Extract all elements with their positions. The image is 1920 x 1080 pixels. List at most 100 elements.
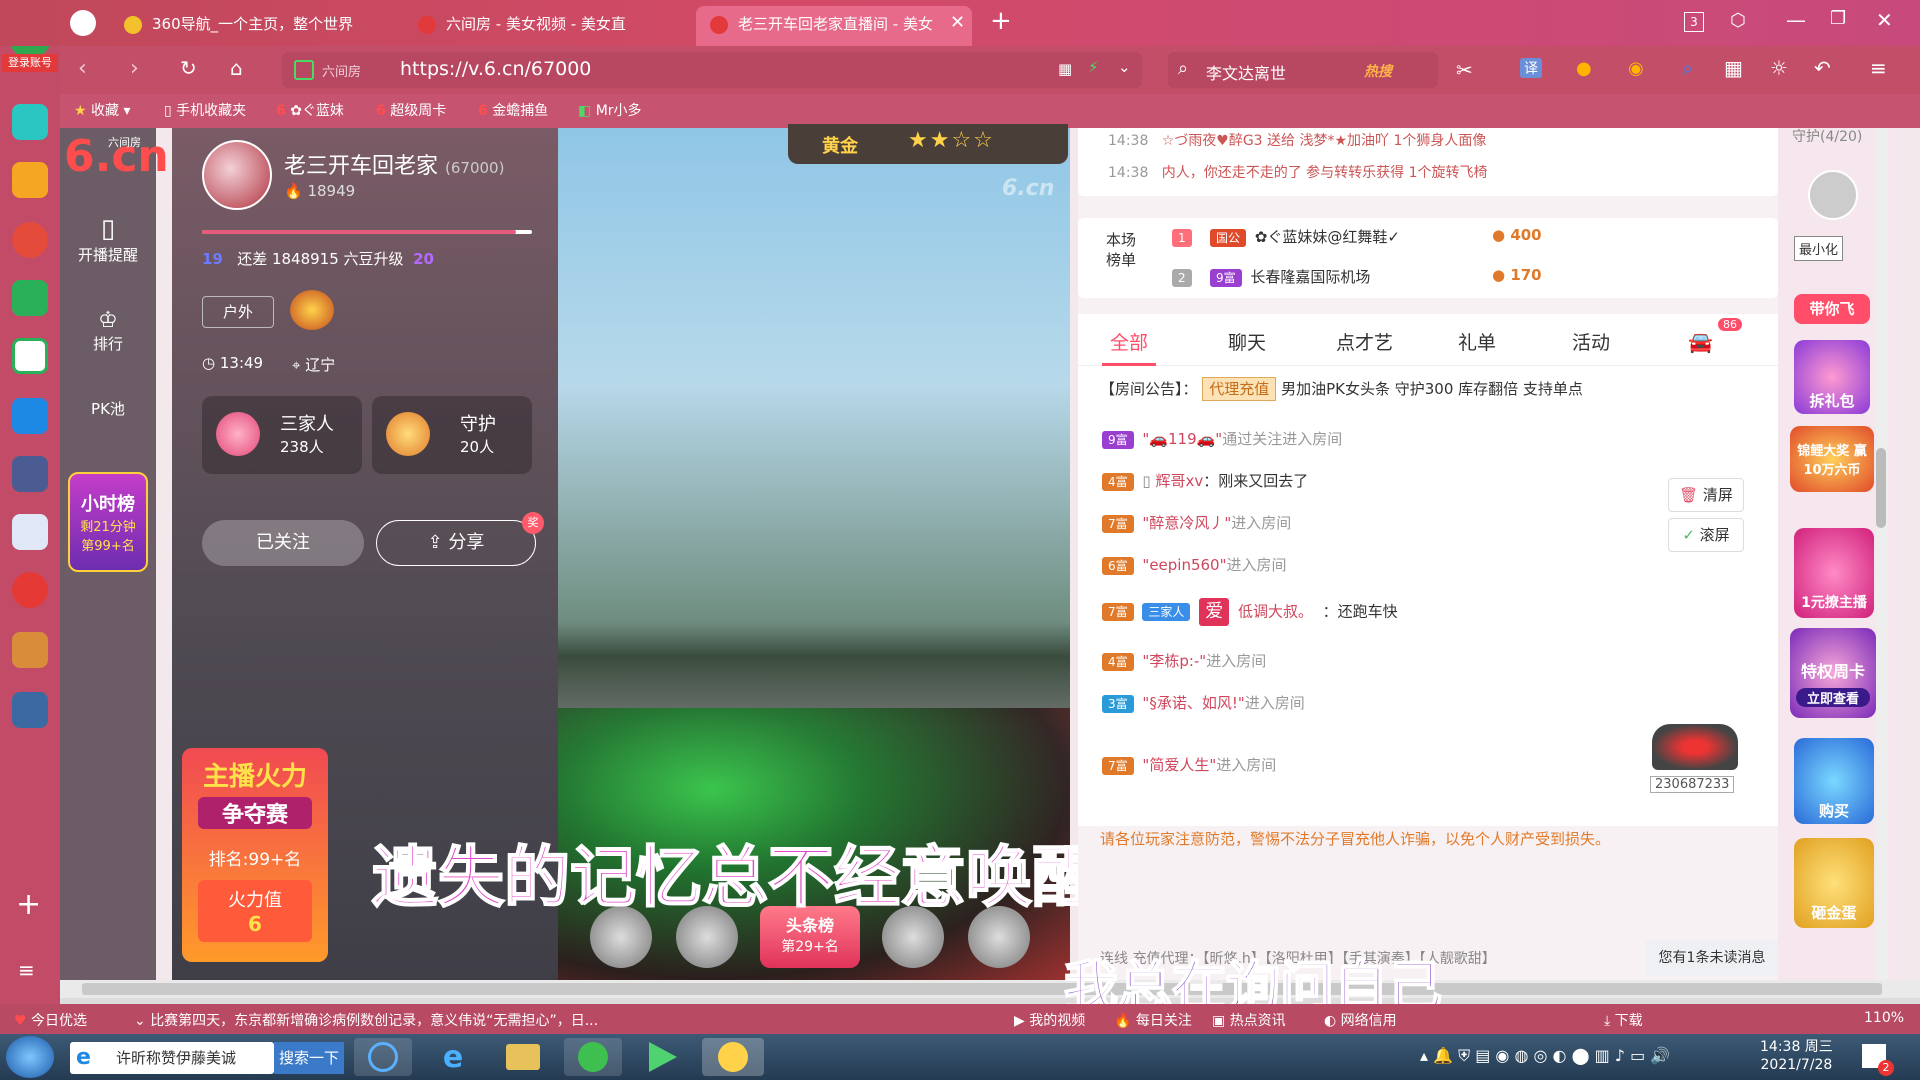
hour-rank-card[interactable]: 小时榜 剩21分钟 第99+名 [68, 472, 148, 572]
scissors-icon[interactable]: ✂ [1456, 58, 1473, 82]
status-download[interactable]: ⤓ 下载 [1604, 1010, 1643, 1030]
word-icon[interactable] [12, 514, 48, 550]
sun-icon[interactable]: ☼ [1770, 56, 1788, 80]
gamepad-icon[interactable]: ◉ [1628, 58, 1644, 79]
ranking-row[interactable]: 1 国公 ✿ぐ蓝妹妹@红舞鞋✓ ● 400 [1172, 226, 1542, 247]
lightning-icon[interactable]: ⚡ [1088, 58, 1099, 76]
tab-gift-list[interactable]: 礼单 [1458, 328, 1496, 355]
shirt-icon[interactable]: ⬡ [1730, 10, 1746, 31]
horizontal-scrollbar[interactable] [60, 980, 1920, 998]
start-button[interactable] [6, 1036, 54, 1078]
status-my-video[interactable]: ▶ 我的视频 [1014, 1010, 1085, 1030]
clock[interactable]: 14:38 周三 2021/7/28 [1760, 1038, 1833, 1074]
city-game-icon[interactable] [12, 692, 48, 728]
scroll-screen-button[interactable]: ✓ 滚屏 [1668, 518, 1744, 552]
follow-button[interactable]: 已关注 [202, 520, 364, 566]
car-icon[interactable]: 🚘 [1688, 330, 1713, 354]
add-icon[interactable]: + [16, 890, 41, 920]
status-hot-news[interactable]: ▣ 热点资讯 [1212, 1010, 1286, 1030]
bookmark-mobile[interactable]: ▯ 手机收藏夹 [164, 94, 246, 128]
bookmark-favorites[interactable]: ★ 收藏 ▾ [74, 94, 131, 128]
weekly-card-button[interactable]: 特权周卡 立即查看 [1790, 628, 1876, 718]
unread-notice[interactable]: 您有1条未读消息 [1646, 940, 1778, 976]
close-window-icon[interactable]: ✕ [1876, 8, 1893, 32]
koi-prize-button[interactable]: 锦鲤大奖 赢10万六币 [1790, 426, 1874, 492]
family-button[interactable]: 三家人 238人 [202, 396, 362, 474]
guard-button[interactable]: 守护 20人 [372, 396, 532, 474]
tab-live-room[interactable]: 老三开车回老家直播间 - 美女 [696, 6, 972, 46]
address-bar[interactable]: 六间房 https://v.6.cn/67000 ▦ ⚡ ⌄ [282, 52, 1142, 88]
home-icon[interactable]: ⌂ [230, 56, 243, 80]
zoom-icon[interactable]: ⌕ [1682, 56, 1693, 80]
coin-icon[interactable]: ● [1576, 58, 1592, 79]
send-icon[interactable] [70, 10, 96, 36]
streamer-avatar[interactable] [202, 140, 272, 210]
scrollbar[interactable] [1876, 128, 1888, 980]
restore-window-icon[interactable]: ❐ [1830, 8, 1846, 29]
translate-icon[interactable]: 译 [1520, 58, 1542, 78]
taskbar-explorer[interactable] [494, 1038, 552, 1076]
mail-icon[interactable] [12, 280, 48, 316]
medal-icon[interactable] [290, 290, 334, 330]
forward-icon[interactable]: › [130, 56, 139, 81]
status-credit[interactable]: ◐ 网络信用 [1324, 1010, 1397, 1030]
pick-link[interactable]: ♥ 今日优选 [14, 1010, 87, 1030]
xiaohongshu-icon[interactable] [12, 572, 48, 608]
minimize-window-icon[interactable]: — [1786, 8, 1806, 32]
back-icon[interactable]: ‹ [78, 56, 87, 81]
taskbar-search-button[interactable]: 搜索一下 [274, 1042, 344, 1074]
tab-talent[interactable]: 点才艺 [1336, 328, 1393, 355]
taskbar-app[interactable] [702, 1038, 764, 1076]
ranking-row[interactable]: 2 9富 长春隆嘉国际机场 ● 170 [1172, 266, 1542, 287]
scrollbar-thumb[interactable] [1876, 448, 1886, 528]
fly-button[interactable]: 带你飞 [1794, 294, 1870, 324]
taskbar-search-input[interactable]: e 许昕称赞伊藤美诚 [70, 1042, 274, 1074]
tray-icons[interactable]: ▴ 🔔 ⛨ ▤ ◉ ◍ ◎ ◐ ⬤ ▥ ♪ ▭ 🔊 [1420, 1046, 1670, 1066]
qr-icon[interactable]: ▦ [1058, 60, 1072, 78]
main-menu-icon[interactable]: ≡ [1870, 56, 1887, 80]
weibo-icon[interactable] [12, 222, 48, 258]
search-icon[interactable]: ⌕ [1178, 58, 1188, 79]
gift-pack-button[interactable]: 拆礼包 [1794, 340, 1870, 414]
bookmark-1[interactable]: 6 ✿ぐ蓝妹 [276, 94, 344, 128]
favorites-icon[interactable] [12, 162, 48, 198]
grid-icon[interactable]: ▦ [1724, 56, 1743, 80]
taskbar-player[interactable] [634, 1038, 692, 1076]
horizontal-scrollbar-thumb[interactable] [82, 983, 1882, 995]
game-icon[interactable] [12, 456, 48, 492]
share-button[interactable]: ⇪ 分享 [376, 520, 536, 566]
taskbar-k-app[interactable] [354, 1038, 412, 1076]
sidebar-app-icon[interactable] [12, 104, 48, 140]
undo-icon[interactable]: ↶ [1814, 56, 1831, 80]
taskbar-360[interactable] [564, 1038, 622, 1076]
nav-pk-pool[interactable]: PK池 [60, 398, 156, 419]
hot-search-badge[interactable]: 热搜 [1364, 61, 1392, 81]
tease-streamer-button[interactable]: 1元撩主播 [1794, 528, 1874, 618]
clear-screen-button[interactable]: 🗑 清屏 [1668, 478, 1744, 512]
fire-contest-card[interactable]: 主播火力 争夺赛 排名:99+名 火力值 6 [182, 748, 328, 962]
bookmark-4[interactable]: ◧ Mr小多 [578, 94, 642, 128]
bookmark-2[interactable]: 6 超级周卡 [376, 94, 446, 128]
nav-start-reminder[interactable]: ▯ 开播提醒 [60, 214, 156, 265]
zoom-level[interactable]: 110% [1864, 1010, 1904, 1026]
ranking-title[interactable]: 本场榜单 [1106, 230, 1146, 270]
news-ticker[interactable]: ⌄ 比赛第四天，东京都新增确诊病例数创记录，意义伟说“无需担心”，日... [134, 1010, 598, 1030]
cloud-icon[interactable] [12, 338, 48, 374]
tab-chat[interactable]: 聊天 [1228, 328, 1266, 355]
tag-outdoor[interactable]: 户外 [202, 296, 274, 328]
p-app-icon[interactable] [12, 398, 48, 434]
address-text[interactable]: https://v.6.cn/67000 [400, 58, 591, 80]
guard-avatar[interactable] [1808, 170, 1858, 220]
reload-icon[interactable]: ↻ [180, 56, 197, 80]
golden-egg-button[interactable]: 砸金蛋 [1794, 838, 1874, 928]
tab-6cn[interactable]: 六间房 - 美女视频 - 美女直 [404, 6, 694, 46]
site-logo[interactable]: 6.cn 六间房 [64, 134, 169, 180]
buy-button[interactable]: 购买 [1794, 738, 1874, 824]
nav-ranking[interactable]: ♔ 排行 [60, 308, 156, 354]
status-daily-focus[interactable]: 🔥 每日关注 [1114, 1010, 1192, 1030]
search-input[interactable]: 李文达离世 [1206, 60, 1286, 84]
tab-activity[interactable]: 活动 [1572, 328, 1610, 355]
menu-icon[interactable]: ≡ [18, 958, 35, 982]
chevron-down-icon[interactable]: ⌄ [1118, 58, 1131, 76]
new-tab-icon[interactable]: + [990, 6, 1012, 36]
